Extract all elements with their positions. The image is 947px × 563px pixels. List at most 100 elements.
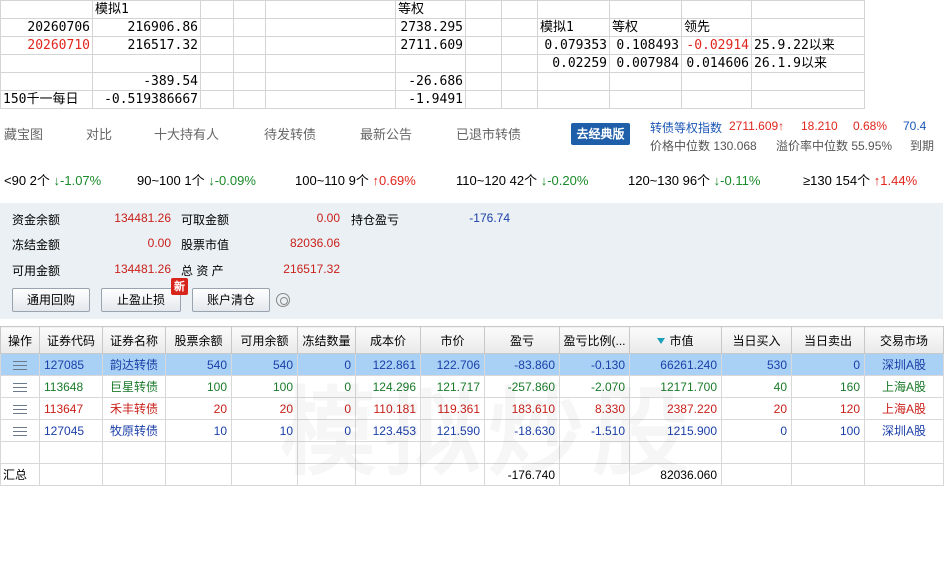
sheet-cell[interactable]: 等权 [609,18,682,37]
col-header-name[interactable]: 证券名称 [102,326,166,354]
sheet-cell[interactable]: -1.9491 [395,90,466,109]
sheet-cell[interactable]: -26.686 [395,72,466,91]
tab-compare[interactable]: 对比 [86,124,112,143]
sheet-cell[interactable] [233,90,266,109]
sheet-cell[interactable] [751,18,865,37]
row-menu-icon[interactable] [13,404,27,414]
clear-account-button[interactable]: 账户清仓 [192,288,270,312]
table-row[interactable]: 113647 禾丰转债 20 20 0 110.181 119.361 183.610 8.33… [0,397,944,420]
col-header-price[interactable]: 市价 [420,326,485,354]
row-menu-icon[interactable] [13,426,27,436]
table-row[interactable]: 127085 韵达转债 540 540 0 122.861 122.706 -83.860 -0… [0,353,944,376]
table-row[interactable]: 127045 牧原转债 10 10 0 123.453 121.590 -18.630 -1.5… [0,419,944,442]
sheet-cell[interactable]: -389.54 [92,72,201,91]
sheet-cell[interactable] [200,54,234,73]
sheet-cell[interactable] [265,72,396,91]
sheet-cell[interactable]: 模拟1 [92,0,201,19]
sheet-cell[interactable]: 150千一每日 [0,90,93,109]
tab-treasure-map[interactable]: 藏宝图 [4,124,43,143]
row-menu-icon[interactable] [13,360,27,370]
bucket-90-100[interactable]: 90~100 1个 ↓-0.09% [137,170,256,189]
sheet-cell[interactable] [537,90,610,109]
sheet-cell[interactable]: 0.108493 [609,36,682,55]
sheet-cell[interactable] [200,36,234,55]
sheet-cell[interactable] [501,90,538,109]
sheet-cell[interactable] [681,90,752,109]
col-header-value[interactable]: 市值 [629,326,722,354]
sheet-cell[interactable] [233,54,266,73]
sheet-cell[interactable]: 领先 [681,18,752,37]
row-action-cell[interactable] [0,353,40,376]
sheet-cell[interactable] [501,54,538,73]
row-menu-icon[interactable] [13,382,27,392]
col-header-sell[interactable]: 当日卖出 [791,326,865,354]
sheet-cell[interactable] [501,0,538,19]
sheet-cell[interactable] [0,54,93,73]
sheet-cell[interactable]: 25.9.22以来 [751,36,865,55]
sheet-cell[interactable]: 0.079353 [537,36,610,55]
sheet-cell[interactable] [200,0,234,19]
bucket-lt90[interactable]: <90 2个 ↓-1.07% [4,170,101,189]
tab-delisted-bonds[interactable]: 已退市转债 [456,124,521,143]
sheet-cell[interactable]: 216906.86 [92,18,201,37]
bucket-100-110[interactable]: 100~110 9个 ↑0.69% [295,170,416,189]
sheet-cell[interactable] [465,90,502,109]
table-row[interactable]: 113648 巨星转债 100 100 0 124.296 121.717 -257.860-… [0,375,944,398]
col-header-qty[interactable]: 股票余额 [165,326,232,354]
sheet-cell[interactable] [200,72,234,91]
bucket-gte130[interactable]: ≥130 154个 ↑1.44% [803,170,917,189]
col-header-cost[interactable]: 成本价 [355,326,421,354]
sheet-cell[interactable] [265,54,396,73]
sheet-cell[interactable] [751,72,865,91]
tab-top-holders[interactable]: 十大持有人 [154,124,219,143]
sheet-cell[interactable] [200,90,234,109]
index-label[interactable]: 转债等权指数 [650,119,722,136]
sheet-cell[interactable] [465,54,502,73]
sheet-cell[interactable]: 2738.295 [395,18,466,37]
sheet-cell[interactable] [0,72,93,91]
col-header-market[interactable]: 交易市场 [864,326,944,354]
sheet-cell[interactable] [751,0,865,19]
bucket-110-120[interactable]: 110~120 42个 ↓-0.20% [456,170,588,189]
sheet-cell[interactable] [609,90,682,109]
sheet-cell[interactable] [233,36,266,55]
tab-latest-notice[interactable]: 最新公告 [360,124,412,143]
sheet-cell[interactable]: 20260710 [0,36,93,55]
sheet-cell[interactable] [751,90,865,109]
sheet-cell[interactable]: 0.02259 [537,54,610,73]
sheet-cell[interactable] [501,36,538,55]
sheet-cell[interactable]: -0.519386667 [92,90,201,109]
sheet-cell[interactable] [265,18,396,37]
sheet-cell[interactable] [537,0,610,19]
sheet-cell[interactable] [233,0,266,19]
sheet-cell[interactable] [501,18,538,37]
col-header-available[interactable]: 可用余额 [231,326,298,354]
sheet-cell[interactable] [465,0,502,19]
sheet-cell[interactable] [537,72,610,91]
sheet-cell[interactable] [200,18,234,37]
sheet-cell[interactable]: 模拟1 [537,18,610,37]
sheet-cell[interactable] [265,90,396,109]
row-action-cell[interactable] [0,375,40,398]
sheet-cell[interactable] [0,0,93,19]
col-header-buy[interactable]: 当日买入 [721,326,792,354]
col-header-pnl[interactable]: 盈亏 [484,326,560,354]
sheet-cell[interactable] [609,72,682,91]
sheet-cell[interactable] [395,54,466,73]
tab-pending-bonds[interactable]: 待发转债 [264,124,316,143]
sheet-cell[interactable] [465,72,502,91]
sheet-cell[interactable] [681,0,752,19]
sheet-cell[interactable] [233,18,266,37]
sheet-cell[interactable] [465,18,502,37]
sheet-cell[interactable]: -0.02914 [681,36,752,55]
sheet-cell[interactable] [265,36,396,55]
col-header-frozen[interactable]: 冻结数量 [297,326,356,354]
sheet-cell[interactable] [265,0,396,19]
sheet-cell[interactable] [233,72,266,91]
stop-profit-loss-button[interactable]: 止盈止损 [101,288,181,312]
sheet-cell[interactable] [92,54,201,73]
sheet-cell[interactable] [681,72,752,91]
sheet-cell[interactable]: 0.007984 [609,54,682,73]
sheet-cell[interactable]: 216517.32 [92,36,201,55]
sheet-cell[interactable]: 0.014606 [681,54,752,73]
